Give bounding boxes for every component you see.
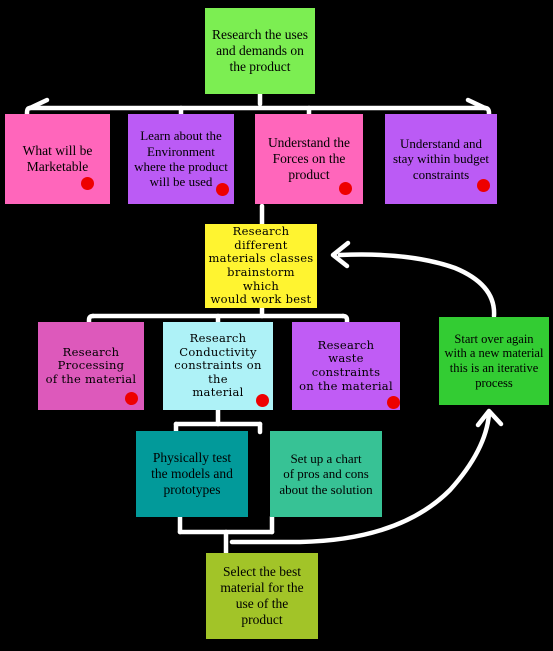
processing-dot	[125, 392, 138, 405]
marketable-dot	[81, 177, 94, 190]
arrowhead-up-icon	[475, 408, 504, 428]
node-label: Select the best material for the use of …	[220, 564, 304, 627]
node-set-up-pros-cons-chart[interactable]: Set up a chart of pros and cons about th…	[270, 431, 382, 517]
node-label: Understand the Forces on the product	[267, 135, 351, 182]
node-label: Research Processing of the material	[45, 344, 137, 386]
node-what-will-be-marketable[interactable]: What will be Marketable	[5, 114, 110, 204]
flowchart-canvas: Research the uses and demands on the pro…	[0, 0, 553, 651]
node-start-over-again[interactable]: Start over again with a new material thi…	[439, 317, 549, 405]
node-label: Research Conductivity constraints on the…	[174, 331, 262, 400]
node-research-waste-constraints[interactable]: Research waste constraints on the materi…	[292, 322, 400, 410]
connector-wing-left	[27, 97, 50, 111]
node-label: Research different materials classes bra…	[208, 224, 314, 307]
node-research-uses-demands[interactable]: Research the uses and demands on the pro…	[205, 8, 315, 94]
node-label: Research the uses and demands on the pro…	[212, 27, 308, 74]
forces-dot	[339, 182, 352, 195]
node-research-materials-classes[interactable]: Research different materials classes bra…	[205, 224, 317, 308]
budget-dot	[477, 179, 490, 192]
connector-feedback-to-brainstorm	[337, 252, 497, 319]
node-label: Research waste constraints on the materi…	[299, 337, 393, 393]
environment-dot	[216, 183, 229, 196]
waste-dot	[387, 396, 400, 409]
node-label: Learn about the Environment where the pr…	[134, 128, 228, 190]
node-label: What will be Marketable	[22, 143, 93, 174]
connector-wing-right	[465, 97, 488, 111]
node-label: Set up a chart of pros and cons about th…	[279, 451, 373, 497]
node-label: Physically test the models and prototype…	[151, 450, 233, 497]
node-label: Start over again with a new material thi…	[444, 331, 544, 390]
node-select-best-material[interactable]: Select the best material for the use of …	[206, 553, 318, 639]
arrowhead-left-icon	[330, 240, 351, 269]
node-label: Understand and stay within budget constr…	[392, 136, 490, 182]
node-physically-test-models[interactable]: Physically test the models and prototype…	[136, 431, 248, 517]
conductivity-dot	[256, 394, 269, 407]
